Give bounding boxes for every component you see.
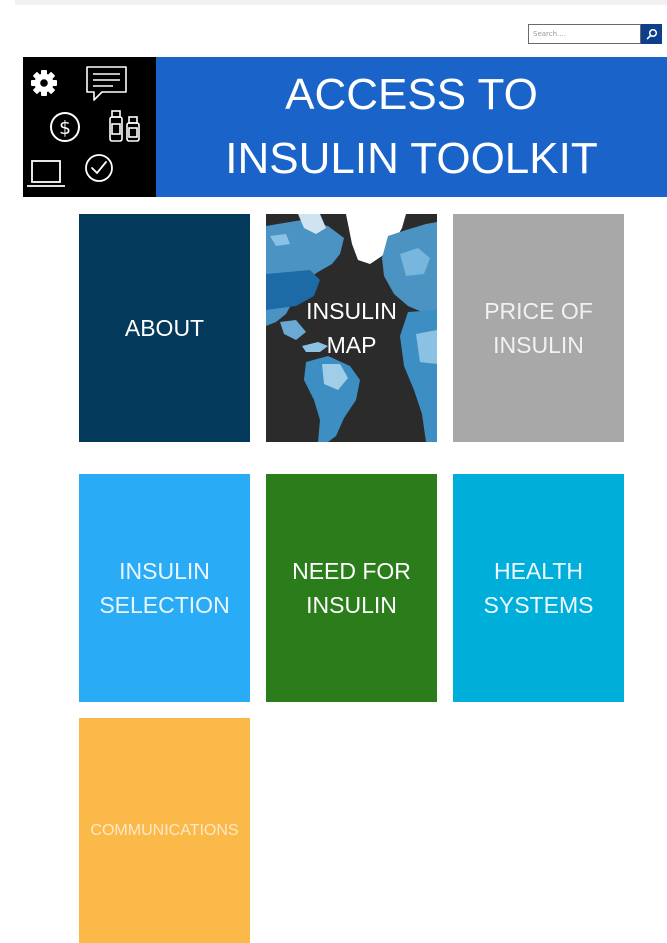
search-box [528, 24, 662, 44]
tile-about[interactable]: ABOUT [79, 214, 250, 442]
tile-need-line1: NEED FOR [292, 558, 411, 584]
tile-need-for-insulin[interactable]: NEED FOR INSULIN [266, 474, 437, 702]
tile-price-line1: PRICE OF [484, 298, 593, 324]
tile-communications-label: COMMUNICATIONS [90, 821, 239, 839]
tile-communications[interactable]: COMMUNICATIONS [79, 718, 250, 943]
tile-price-label: PRICE OF INSULIN [484, 294, 593, 362]
tile-about-label: ABOUT [124, 315, 205, 341]
search-icon [646, 28, 657, 40]
tile-insulin-map-line1: INSULIN [306, 298, 397, 324]
tile-insulin-selection[interactable]: INSULIN SELECTION [79, 474, 250, 702]
tile-price-of-insulin[interactable]: PRICE OF INSULIN [453, 214, 624, 442]
banner-title-line1: ACCESS TO [285, 70, 538, 119]
toolkit-banner[interactable]: $ ACCESS TO INSULIN TOOLKIT [23, 57, 667, 197]
gear-icon [31, 70, 57, 96]
search-button[interactable] [641, 24, 662, 44]
top-strip [15, 0, 667, 5]
tile-insulin-map[interactable]: INSULIN MAP [266, 214, 437, 442]
banner-title-line2: INSULIN TOOLKIT [225, 134, 598, 183]
tile-health-label: HEALTH SYSTEMS [484, 554, 594, 622]
tile-need-line2: INSULIN [306, 592, 397, 618]
tile-insulin-map-label: INSULIN MAP [306, 294, 397, 362]
banner-title: ACCESS TO INSULIN TOOLKIT [156, 57, 667, 197]
insulin-vials-icon [109, 110, 140, 142]
tile-price-line2: INSULIN [493, 332, 584, 358]
tile-insulin-map-line2: MAP [326, 332, 377, 358]
svg-text:$: $ [59, 117, 71, 139]
search-input[interactable] [528, 24, 641, 44]
tile-selection-line1: INSULIN [119, 558, 210, 584]
tile-health-line1: HEALTH [493, 558, 584, 584]
tile-need-label: NEED FOR INSULIN [292, 554, 411, 622]
checkmark-circle-icon [85, 154, 113, 182]
dollar-coin-icon: $ [50, 112, 80, 142]
tile-health-systems[interactable]: HEALTH SYSTEMS [453, 474, 624, 702]
tile-health-line2: SYSTEMS [483, 592, 594, 618]
banner-icon-panel: $ [23, 57, 156, 197]
laptop-icon [27, 160, 65, 187]
speech-bubble-icon [86, 66, 127, 101]
tile-selection-label: INSULIN SELECTION [99, 554, 229, 622]
tile-selection-line2: SELECTION [99, 592, 230, 618]
